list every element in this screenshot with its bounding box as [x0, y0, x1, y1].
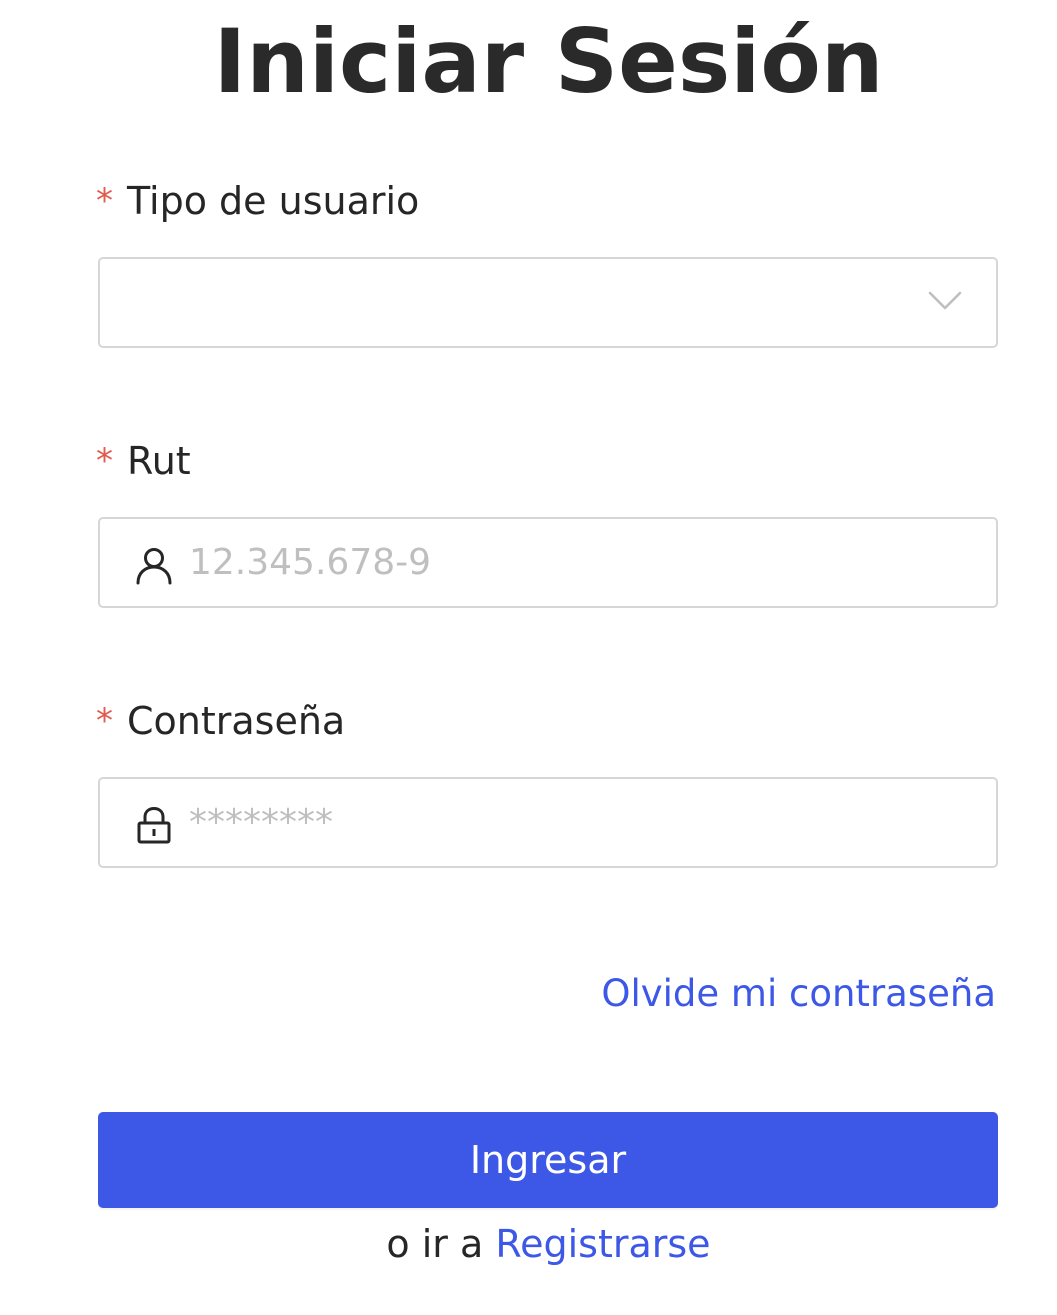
password-label: * Contraseña: [96, 696, 345, 746]
rut-label-text: Rut: [127, 439, 191, 483]
forgot-password-link[interactable]: Olvide mi contraseña: [601, 966, 996, 1022]
user-type-label: * Tipo de usuario: [96, 176, 419, 226]
user-icon: [136, 548, 172, 585]
page-title: Iniciar Sesión: [213, 10, 884, 113]
register-link[interactable]: Registrarse: [495, 1222, 710, 1266]
register-prompt: o ir a Registrarse: [0, 1216, 1057, 1272]
lock-icon: [137, 806, 171, 844]
rut-input[interactable]: [189, 519, 969, 606]
required-asterisk: *: [96, 181, 113, 221]
password-field[interactable]: [98, 777, 998, 868]
required-asterisk: *: [96, 441, 113, 481]
user-type-selected-value: [189, 259, 969, 346]
rut-field[interactable]: [98, 517, 998, 608]
password-label-text: Contraseña: [127, 699, 346, 743]
login-button[interactable]: Ingresar: [98, 1112, 998, 1208]
user-type-label-text: Tipo de usuario: [127, 179, 420, 223]
chevron-down-icon: [928, 291, 962, 310]
required-asterisk: *: [96, 701, 113, 741]
user-type-select[interactable]: [98, 257, 998, 348]
rut-label: * Rut: [96, 436, 191, 486]
password-input[interactable]: [189, 779, 969, 866]
register-prefix: o ir a: [386, 1222, 484, 1266]
